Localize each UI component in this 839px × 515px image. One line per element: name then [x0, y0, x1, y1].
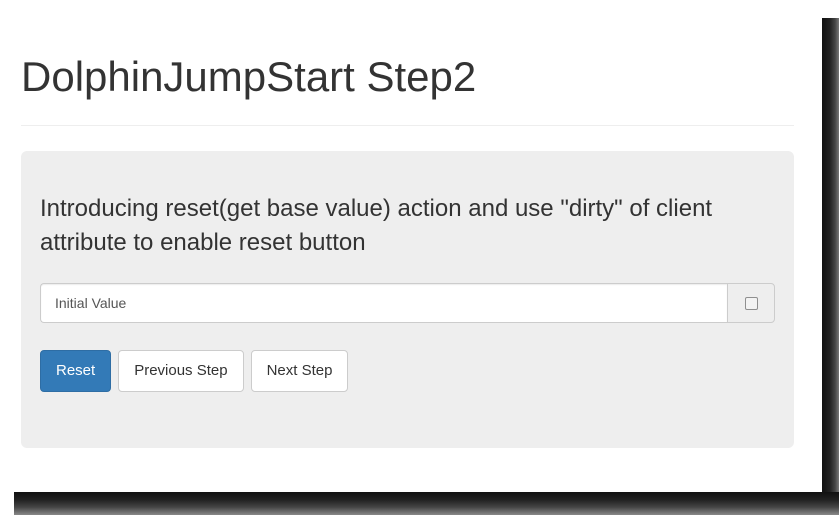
dirty-checkbox-addon — [727, 283, 775, 323]
previous-step-button[interactable]: Previous Step — [118, 350, 244, 392]
browser-page: DolphinJumpStart Step2 Introducing reset… — [0, 0, 822, 492]
intro-text: Introducing reset(get base value) action… — [40, 195, 713, 256]
window-shadow-bottom — [14, 492, 839, 515]
value-input-group — [40, 283, 775, 323]
action-buttons: Reset Previous Step Next Step — [40, 350, 349, 392]
reset-button[interactable]: Reset — [40, 350, 112, 392]
window-shadow-right — [822, 18, 839, 515]
dirty-checkbox[interactable] — [744, 296, 758, 310]
page-title: DolphinJumpStart Step2 — [21, 53, 477, 100]
value-input[interactable] — [40, 283, 727, 323]
next-step-button[interactable]: Next Step — [250, 350, 349, 392]
jumbotron-panel: Introducing reset(get base value) action… — [21, 151, 794, 448]
header-divider — [21, 125, 794, 126]
